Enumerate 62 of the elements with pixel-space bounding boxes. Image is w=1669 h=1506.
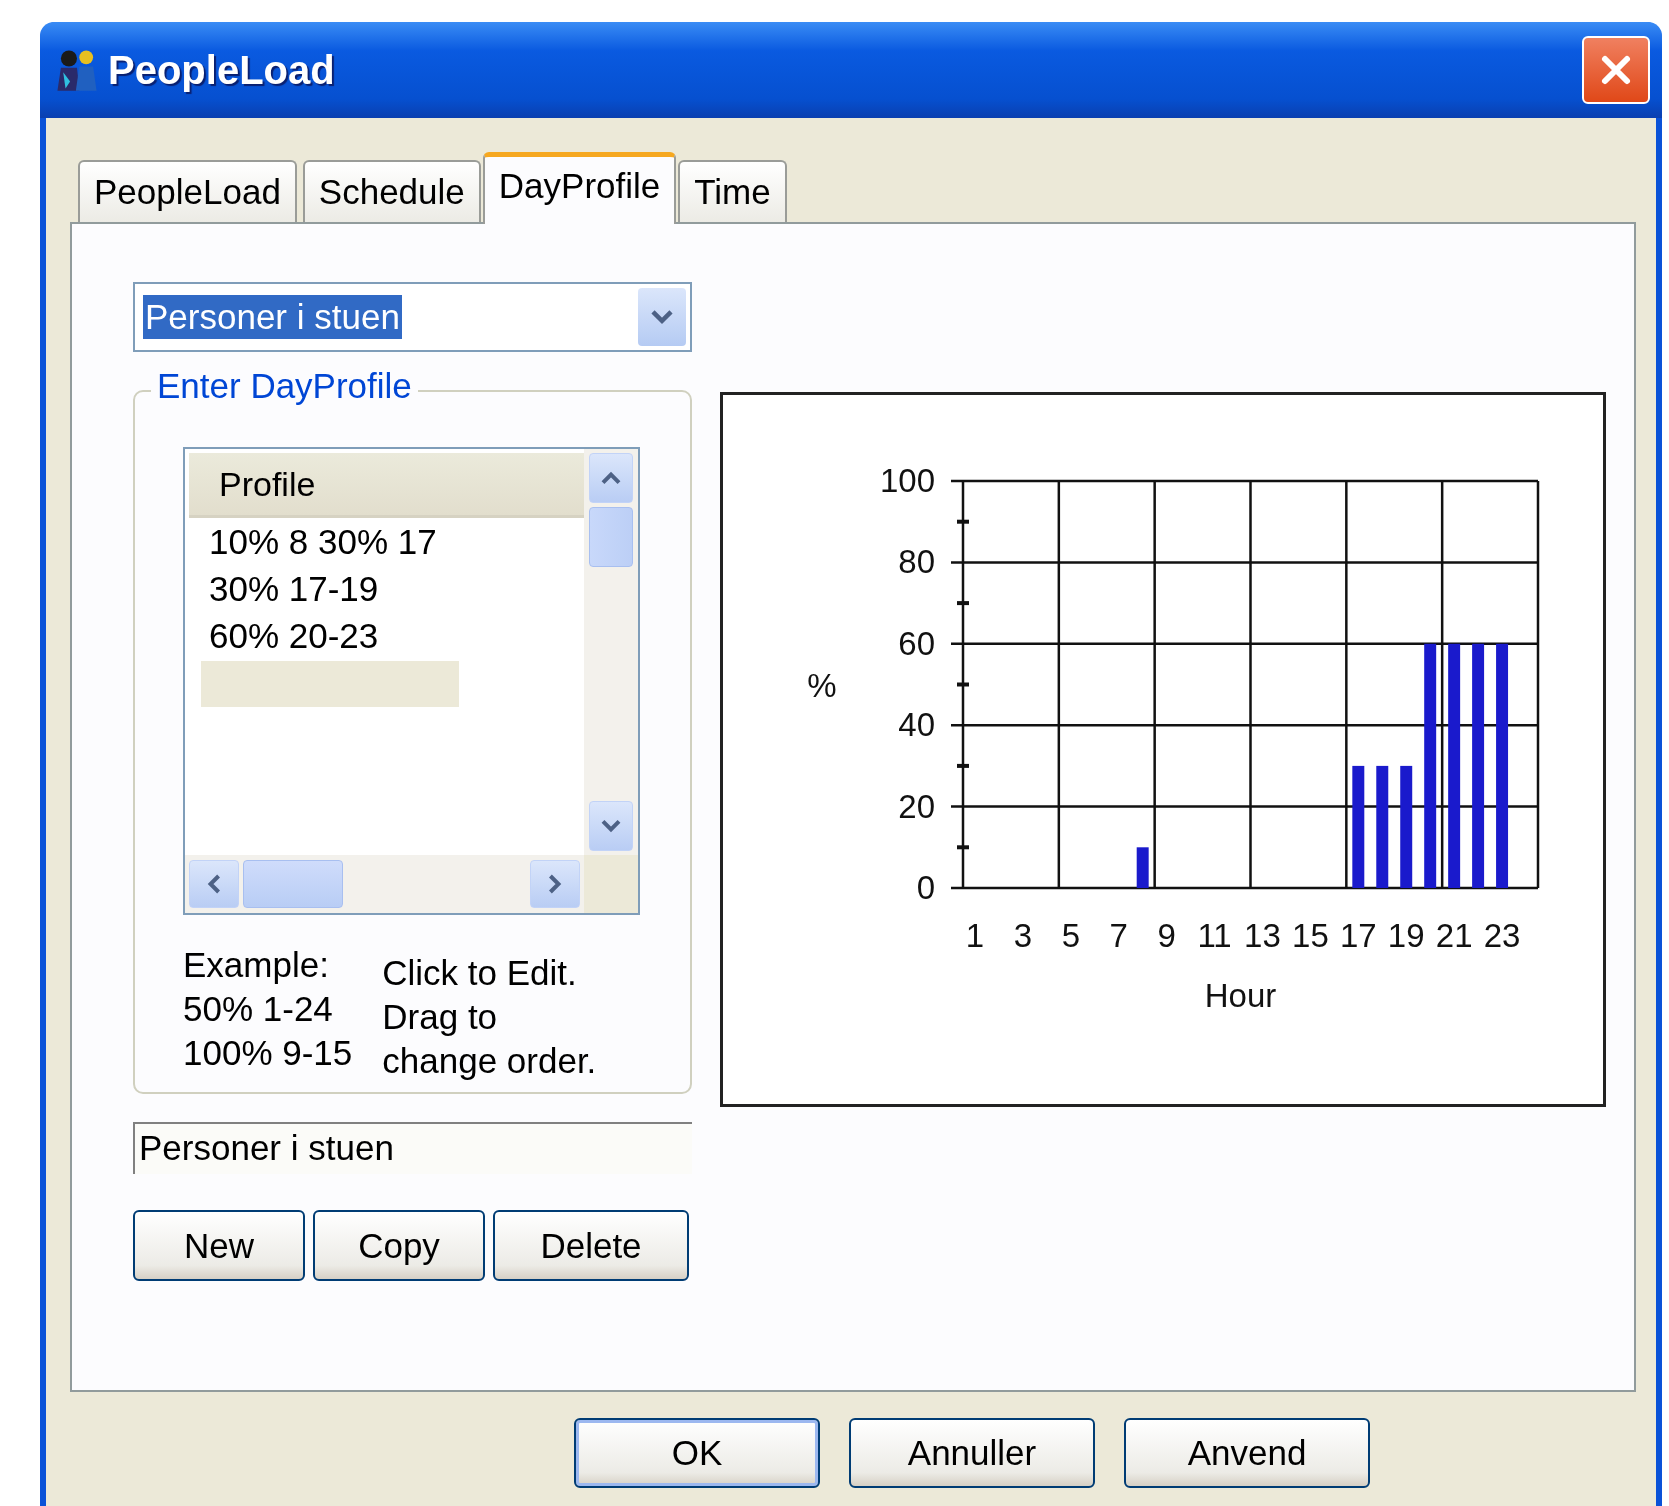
dropdown-value: Personer i stuen xyxy=(143,295,402,339)
dialog-button[interactable]: Anvend xyxy=(1124,1418,1370,1488)
example-text: 50% 1-24 xyxy=(183,988,334,1030)
y-tick-label: 20 xyxy=(898,787,935,825)
chevron-right-icon xyxy=(547,872,563,896)
hint-text: Drag to xyxy=(382,996,499,1038)
example-text: 100% 9-15 xyxy=(183,1032,353,1074)
chevron-left-icon xyxy=(206,872,222,896)
list-row[interactable]: 60% 20-23 xyxy=(189,612,584,659)
list-row[interactable]: 10% 8 30% 17 xyxy=(189,518,584,565)
window-title: PeopleLoad xyxy=(108,47,335,93)
profile-button[interactable]: New xyxy=(133,1210,305,1281)
example-text: Example: xyxy=(183,944,330,986)
y-tick-label: 100 xyxy=(879,462,935,499)
x-axis-title: Hour xyxy=(1204,977,1277,1014)
tab[interactable]: Time xyxy=(678,160,787,222)
tab[interactable]: PeopleLoad xyxy=(78,160,297,222)
close-button[interactable] xyxy=(1582,36,1650,104)
x-tick-label: 1 xyxy=(965,917,985,954)
y-axis-title: % xyxy=(807,667,837,704)
dialog-button[interactable]: Annuller xyxy=(849,1418,1095,1488)
dropdown-button[interactable] xyxy=(638,288,686,346)
profile-dropdown[interactable]: Personer i stuen xyxy=(133,282,692,352)
dialog-button[interactable]: OK xyxy=(574,1418,820,1488)
chevron-down-icon xyxy=(599,818,623,834)
list-row[interactable]: 30% 17-19 xyxy=(189,565,584,612)
scroll-left-button[interactable] xyxy=(189,860,239,908)
x-tick-label: 11 xyxy=(1197,917,1232,954)
y-tick-label: 40 xyxy=(898,706,935,744)
x-tick-label: 9 xyxy=(1157,917,1176,954)
y-tick-label: 80 xyxy=(898,543,935,581)
x-tick-label: 13 xyxy=(1244,917,1281,954)
tab[interactable]: DayProfile xyxy=(482,152,677,224)
x-tick-label: 17 xyxy=(1339,917,1377,954)
x-tick-label: 3 xyxy=(1013,917,1033,954)
people-icon xyxy=(54,47,100,93)
chevron-down-icon xyxy=(649,308,675,326)
x-tick-label: 19 xyxy=(1387,917,1425,954)
vertical-scrollbar[interactable] xyxy=(584,449,638,855)
hint-text: Click to Edit. xyxy=(382,952,578,994)
scroll-up-button[interactable] xyxy=(589,453,633,503)
hint-text: change order. xyxy=(382,1040,597,1082)
column-header[interactable]: Profile xyxy=(189,453,584,518)
scroll-thumb[interactable] xyxy=(243,860,343,908)
scroll-down-button[interactable] xyxy=(589,801,633,851)
y-tick-label: 0 xyxy=(916,869,935,906)
x-tick-label: 7 xyxy=(1109,917,1128,954)
profile-button[interactable]: Copy xyxy=(313,1210,485,1281)
scroll-thumb[interactable] xyxy=(589,507,633,567)
horizontal-scrollbar[interactable] xyxy=(185,855,584,913)
x-tick-label: 23 xyxy=(1483,917,1521,954)
x-tick-label: 15 xyxy=(1292,917,1329,954)
profile-button[interactable]: Delete xyxy=(493,1210,689,1281)
name-field[interactable]: Personer i stuen xyxy=(133,1122,692,1174)
tab[interactable]: Schedule xyxy=(302,160,481,222)
x-tick-label: 5 xyxy=(1061,917,1080,954)
chevron-up-icon xyxy=(599,470,623,486)
x-tick-label: 21 xyxy=(1435,917,1473,954)
scrollbar-corner xyxy=(584,855,638,913)
scroll-right-button[interactable] xyxy=(530,860,580,908)
y-tick-label: 60 xyxy=(898,624,935,662)
new-row-cell[interactable] xyxy=(201,661,459,707)
